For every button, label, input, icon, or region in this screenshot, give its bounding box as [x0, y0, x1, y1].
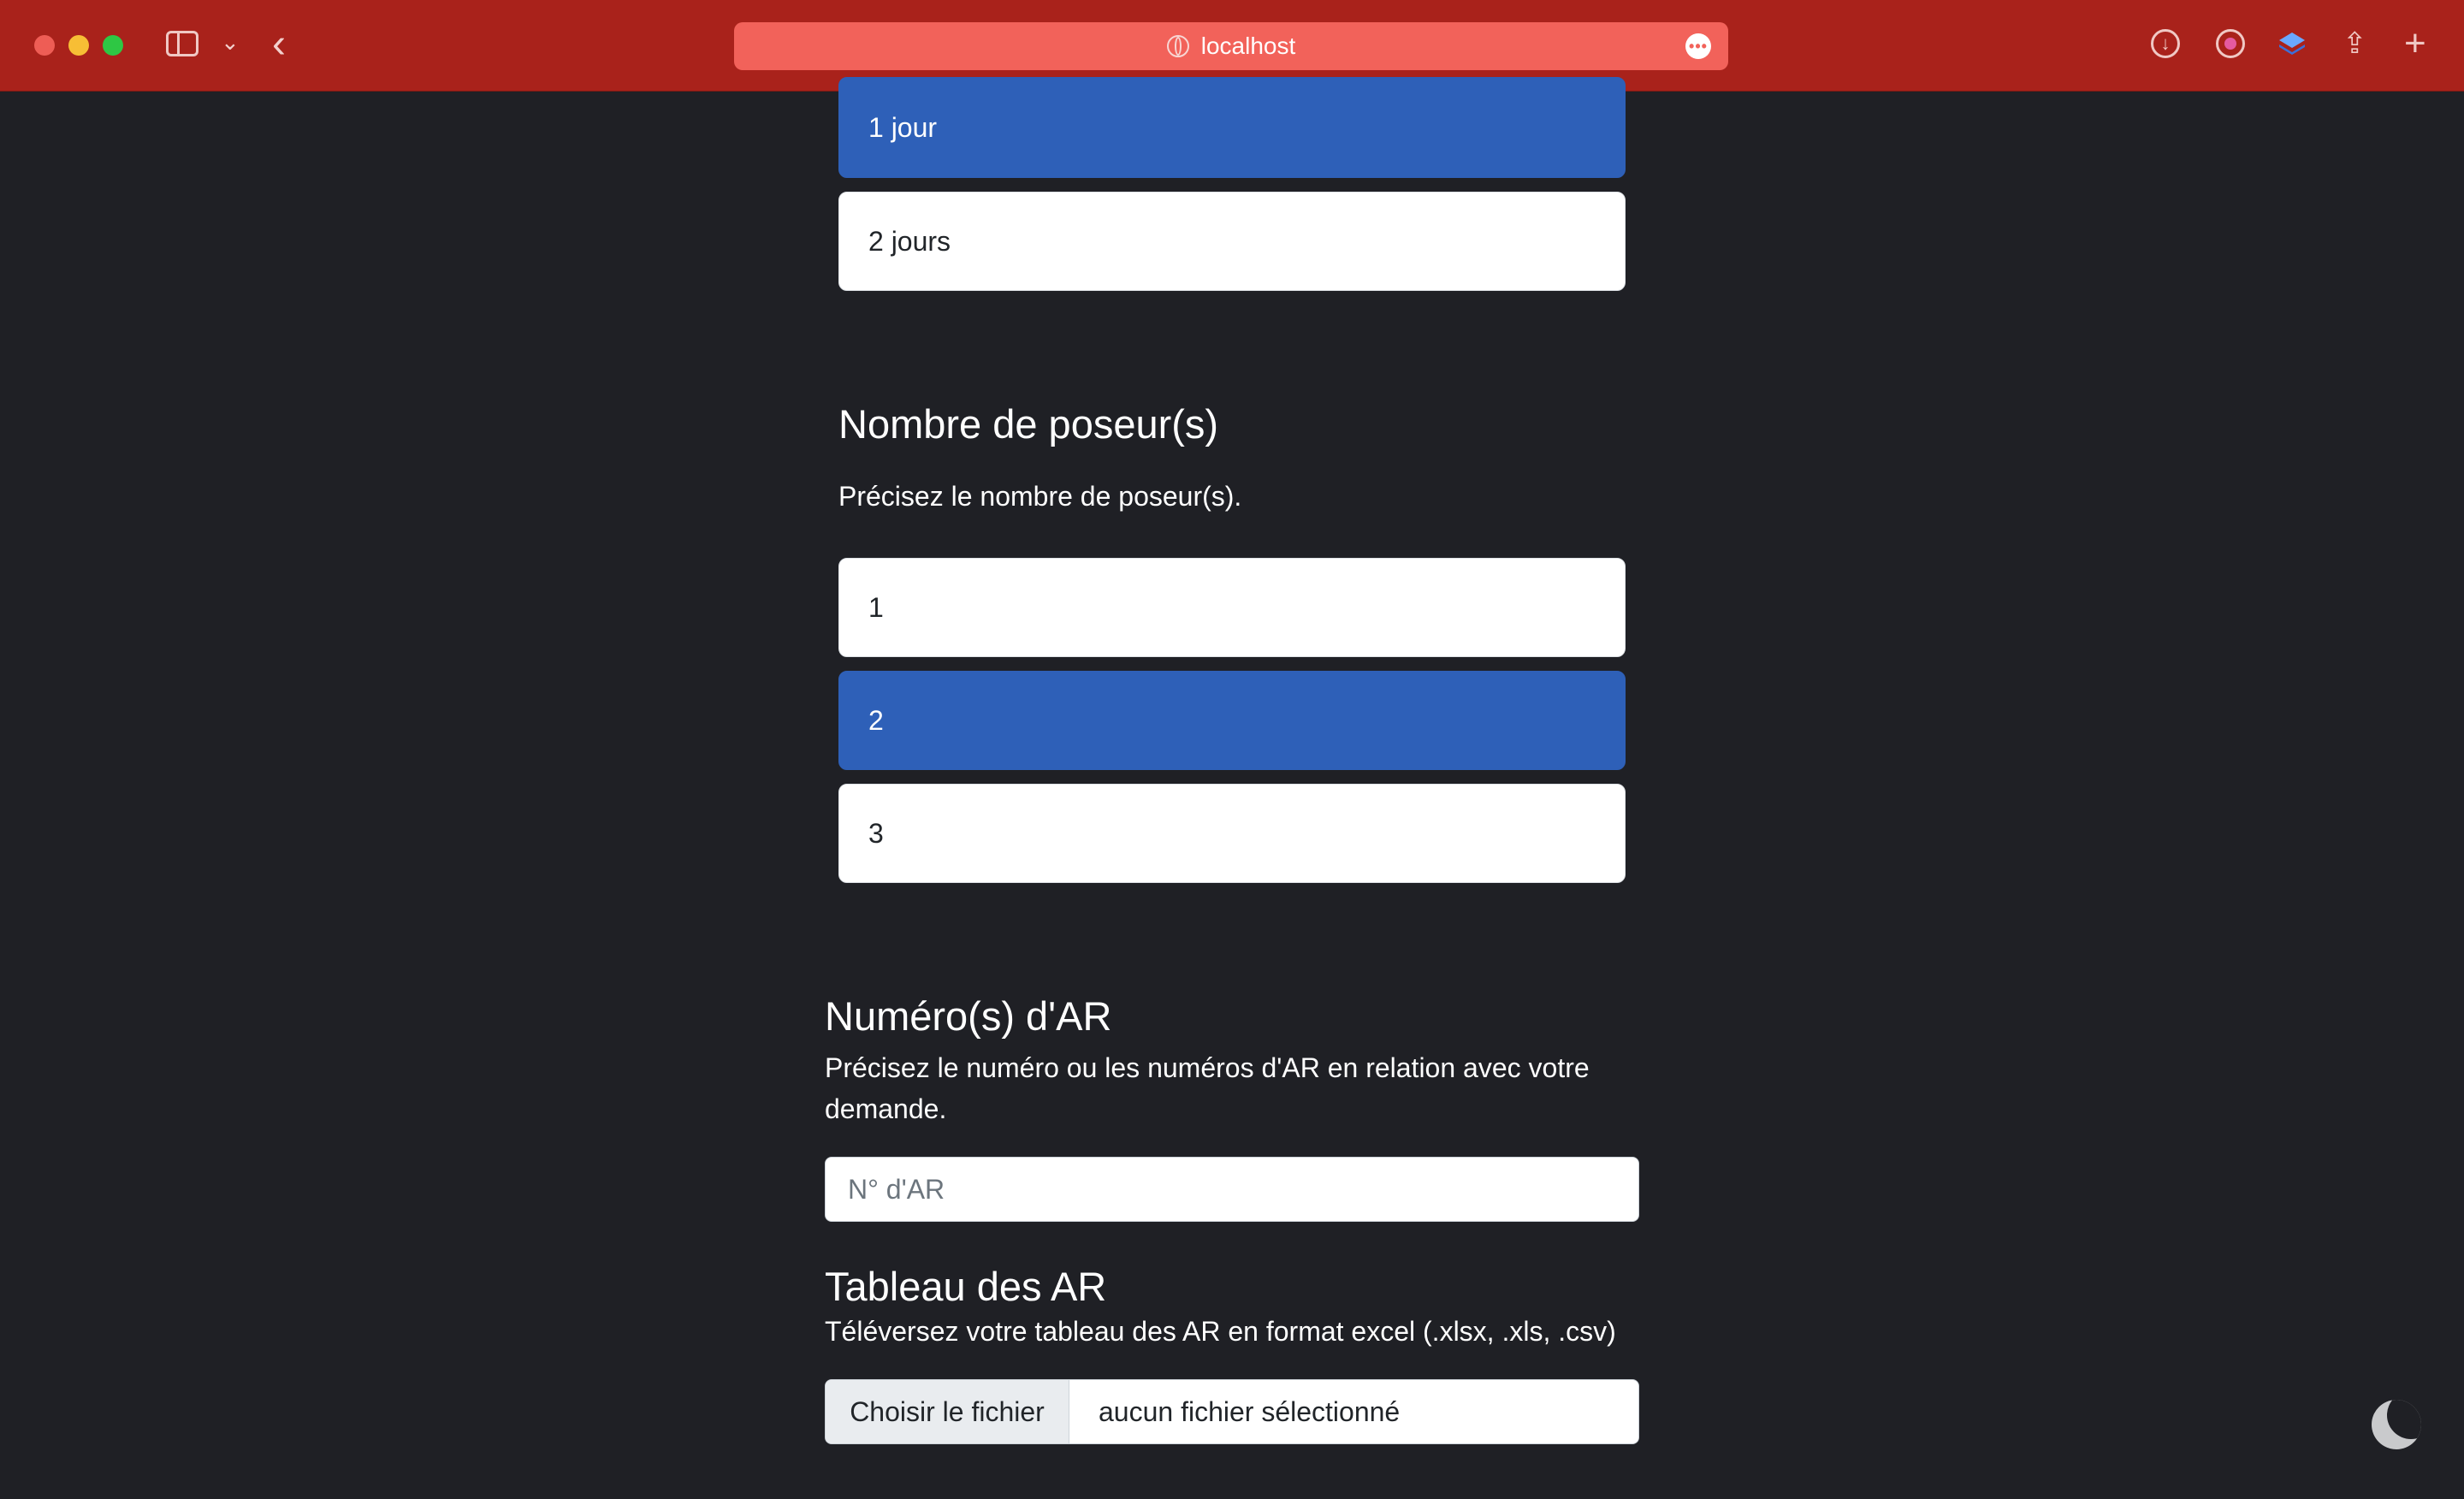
poseurs-option-2[interactable]: 2 — [838, 671, 1626, 770]
option-label: 1 — [868, 591, 884, 623]
ar-number-input[interactable]: N° d'AR — [825, 1157, 1639, 1222]
poseurs-option-3[interactable]: 3 — [838, 784, 1626, 883]
poseurs-option-1[interactable]: 1 — [838, 558, 1626, 657]
layers-extension-icon[interactable] — [2277, 29, 2307, 58]
back-arrow-icon[interactable]: ‹ — [272, 21, 286, 68]
duration-option-2-jours[interactable]: 2 jours — [838, 192, 1626, 291]
share-icon[interactable]: ⇪ — [2343, 29, 2372, 58]
choose-file-button[interactable]: Choisir le fichier — [826, 1380, 1069, 1443]
option-label: 1 jour — [868, 111, 938, 143]
moon-icon[interactable] — [2372, 1400, 2421, 1449]
record-extension-icon[interactable] — [2216, 29, 2245, 58]
duration-option-1-jour[interactable]: 1 jour — [838, 77, 1626, 178]
option-label: 3 — [868, 817, 884, 849]
maximize-window-button[interactable] — [103, 35, 123, 56]
chevron-down-icon[interactable]: ⌄ — [221, 29, 240, 56]
url-text: localhost — [1200, 33, 1296, 59]
ar-numbers-description-line2: demande. — [825, 1093, 947, 1124]
poseurs-description: Précisez le nombre de poseur(s). — [838, 481, 1242, 512]
ar-numbers-title: Numéro(s) d'AR — [825, 993, 1112, 1039]
globe-icon — [1166, 35, 1189, 57]
close-window-button[interactable] — [34, 35, 55, 56]
sidebar-toggle-icon[interactable] — [166, 31, 198, 56]
option-label: 2 — [868, 704, 884, 736]
ar-table-file-input[interactable]: Choisir le fichier aucun fichier sélecti… — [825, 1379, 1639, 1444]
ar-numbers-description-line1: Précisez le numéro ou les numéros d'AR e… — [825, 1052, 1590, 1083]
option-label: 2 jours — [868, 225, 951, 257]
download-icon[interactable]: ↓ — [2151, 29, 2180, 58]
poseurs-title: Nombre de poseur(s) — [838, 401, 1219, 447]
file-status-text: aucun fichier sélectionné — [1099, 1395, 1401, 1427]
more-options-icon[interactable]: ••• — [1685, 33, 1711, 59]
ar-table-description: Téléversez votre tableau des AR en forma… — [825, 1316, 1616, 1347]
address-bar[interactable]: localhost ••• — [734, 22, 1728, 70]
ar-table-title: Tableau des AR — [825, 1264, 1107, 1309]
minimize-window-button[interactable] — [68, 35, 89, 56]
new-tab-icon[interactable]: + — [2404, 25, 2433, 62]
